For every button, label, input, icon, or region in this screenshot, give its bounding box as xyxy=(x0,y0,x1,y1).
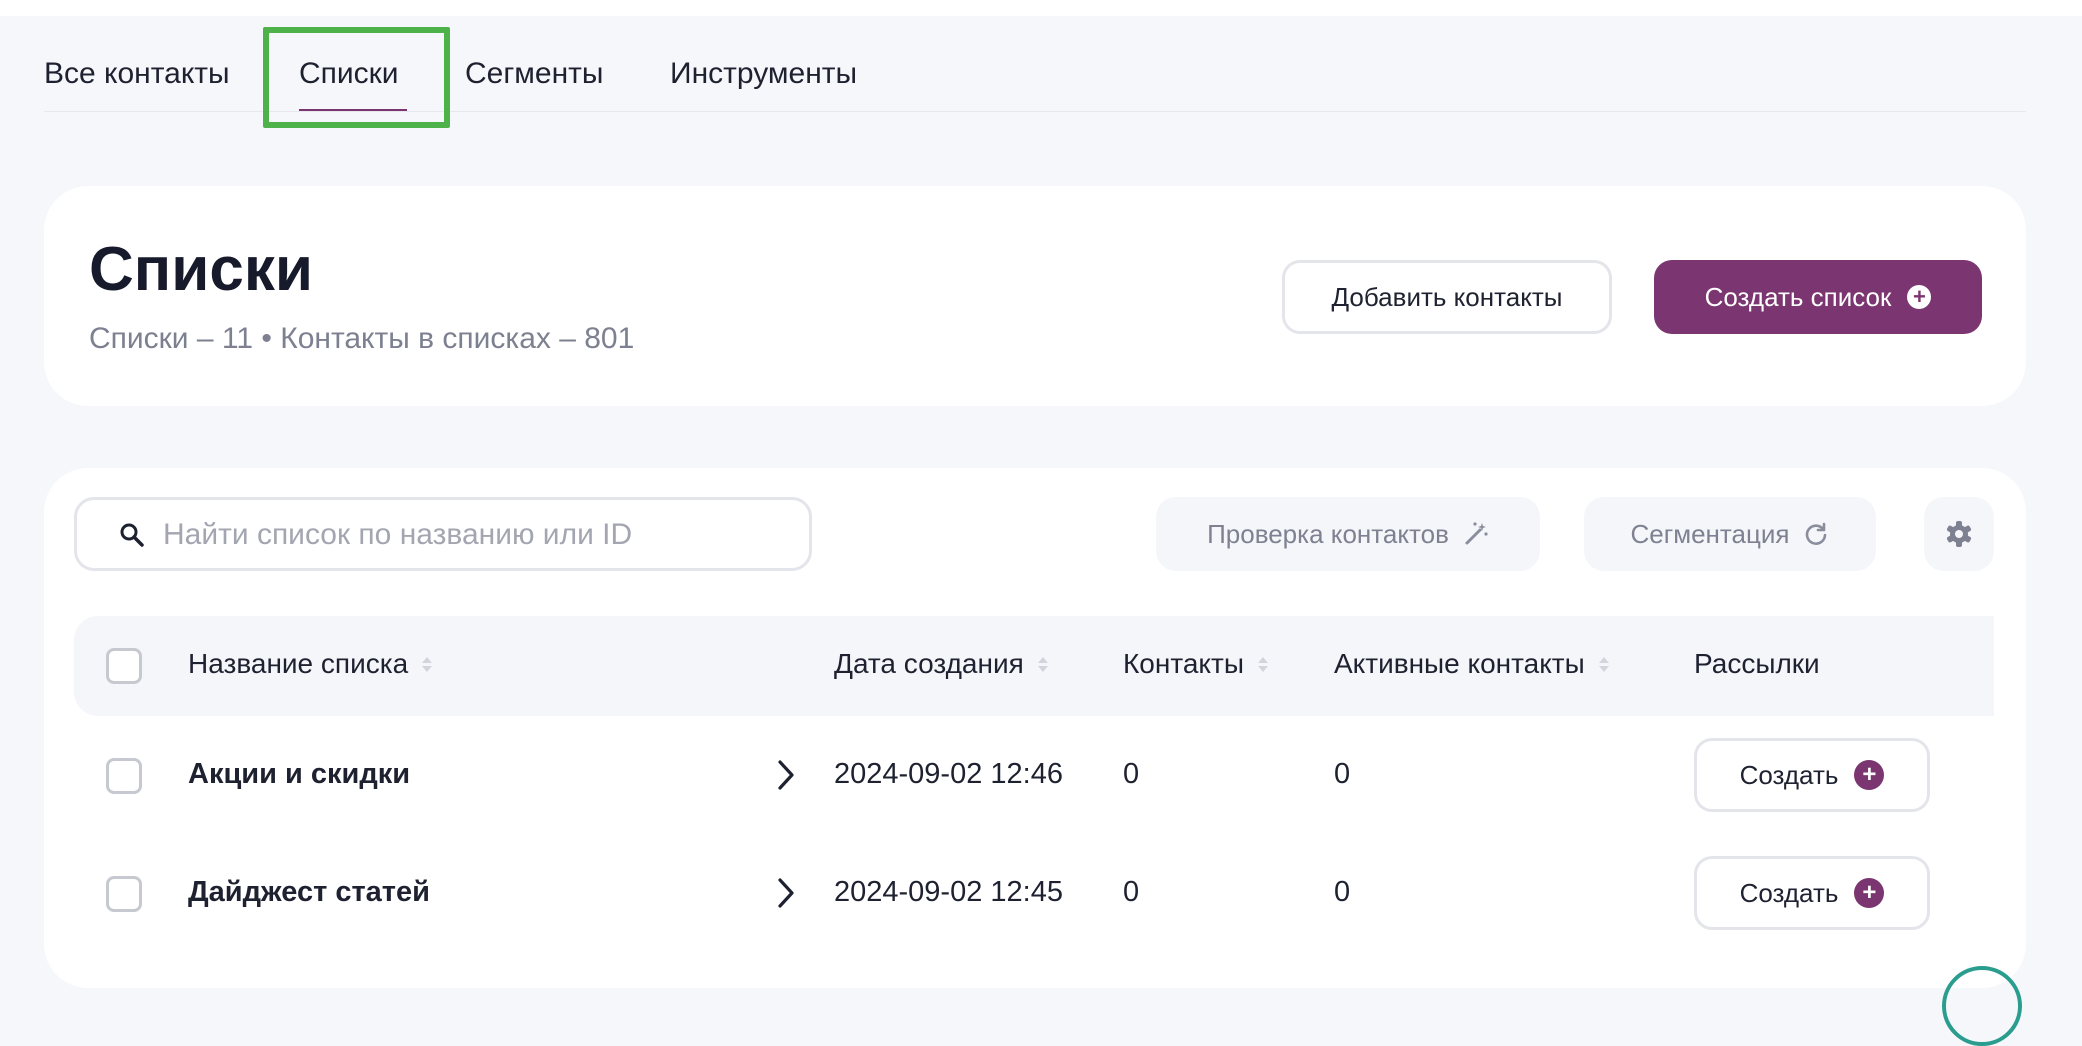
table-row: Дайджест статей 2024-09-02 12:45 0 0 Соз… xyxy=(74,834,1994,952)
column-header-created[interactable]: Дата создания xyxy=(834,648,1048,680)
page-title: Списки xyxy=(89,235,313,304)
select-all-checkbox[interactable] xyxy=(106,648,142,684)
tab-tools[interactable]: Инструменты xyxy=(670,57,857,91)
column-name-label: Название списка xyxy=(188,648,409,679)
search-icon xyxy=(120,523,144,547)
active-tab-indicator xyxy=(299,109,407,111)
plus-circle-icon: + xyxy=(1854,878,1885,908)
active-contacts-count: 0 xyxy=(1334,876,1351,908)
plus-circle-icon: + xyxy=(1854,760,1885,790)
chevron-right-icon[interactable] xyxy=(772,876,800,910)
table-header: Название списка Дата создания Контакты А… xyxy=(74,616,1994,716)
segmentation-button[interactable]: Сегментация xyxy=(1584,497,1876,571)
plus-circle-icon: + xyxy=(1907,285,1932,309)
check-contacts-button[interactable]: Проверка контактов xyxy=(1156,497,1540,571)
header-card: Списки Списки – 11 • Контакты в списках … xyxy=(44,186,2026,406)
created-date: 2024-09-02 12:45 xyxy=(834,876,1063,908)
chevron-right-icon[interactable] xyxy=(772,758,800,792)
active-contacts-count: 0 xyxy=(1334,758,1351,790)
sort-icon[interactable] xyxy=(1257,656,1268,672)
create-list-button[interactable]: Создать список + xyxy=(1654,260,1982,334)
chat-widget-button[interactable] xyxy=(1942,966,2022,1046)
contacts-count: 0 xyxy=(1123,758,1140,790)
column-header-contacts[interactable]: Контакты xyxy=(1123,648,1268,680)
sort-icon[interactable] xyxy=(1037,656,1048,672)
tab-all-contacts[interactable]: Все контакты xyxy=(44,57,230,91)
column-active-label: Активные контакты xyxy=(1334,648,1585,679)
column-header-mailings: Рассылки xyxy=(1694,648,1820,680)
list-name[interactable]: Дайджест статей xyxy=(188,876,430,909)
table-row: Акции и скидки 2024-09-02 12:46 0 0 Созд… xyxy=(74,716,1994,834)
search-box[interactable] xyxy=(74,497,812,571)
top-strip xyxy=(0,0,2082,16)
page-subtitle: Списки – 11 • Контакты в списках – 801 xyxy=(89,322,635,355)
column-header-active-contacts[interactable]: Активные контакты xyxy=(1334,648,1609,680)
list-name[interactable]: Акции и скидки xyxy=(188,758,410,791)
settings-button[interactable] xyxy=(1924,497,1994,571)
created-date: 2024-09-02 12:46 xyxy=(834,758,1063,790)
lists-table-card: Проверка контактов Сегментация xyxy=(44,468,2026,988)
create-mailing-label: Создать xyxy=(1739,877,1839,908)
row-checkbox[interactable] xyxy=(106,758,142,794)
tab-lists[interactable]: Списки xyxy=(299,57,399,91)
gear-icon xyxy=(1946,521,1972,547)
magic-wand-icon xyxy=(1465,522,1488,545)
create-mailing-button[interactable]: Создать + xyxy=(1694,856,1930,930)
create-list-label: Создать список xyxy=(1704,281,1892,312)
tab-segments[interactable]: Сегменты xyxy=(465,57,603,91)
column-created-label: Дата создания xyxy=(834,648,1024,679)
check-contacts-label: Проверка контактов xyxy=(1207,518,1449,549)
refresh-icon xyxy=(1806,522,1827,545)
tab-bar: Все контакты Списки Сегменты Инструменты xyxy=(44,16,2026,112)
row-checkbox[interactable] xyxy=(106,876,142,912)
column-mailings-label: Рассылки xyxy=(1694,648,1820,679)
sort-icon[interactable] xyxy=(1598,656,1609,672)
add-contacts-button[interactable]: Добавить контакты xyxy=(1282,260,1612,334)
column-contacts-label: Контакты xyxy=(1123,648,1244,679)
search-input[interactable] xyxy=(161,514,785,556)
segmentation-label: Сегментация xyxy=(1630,518,1790,549)
column-header-name[interactable]: Название списка xyxy=(188,648,433,680)
contacts-count: 0 xyxy=(1123,876,1140,908)
add-contacts-label: Добавить контакты xyxy=(1331,281,1563,312)
create-mailing-label: Создать xyxy=(1739,759,1839,790)
sort-icon[interactable] xyxy=(422,656,433,672)
create-mailing-button[interactable]: Создать + xyxy=(1694,738,1930,812)
